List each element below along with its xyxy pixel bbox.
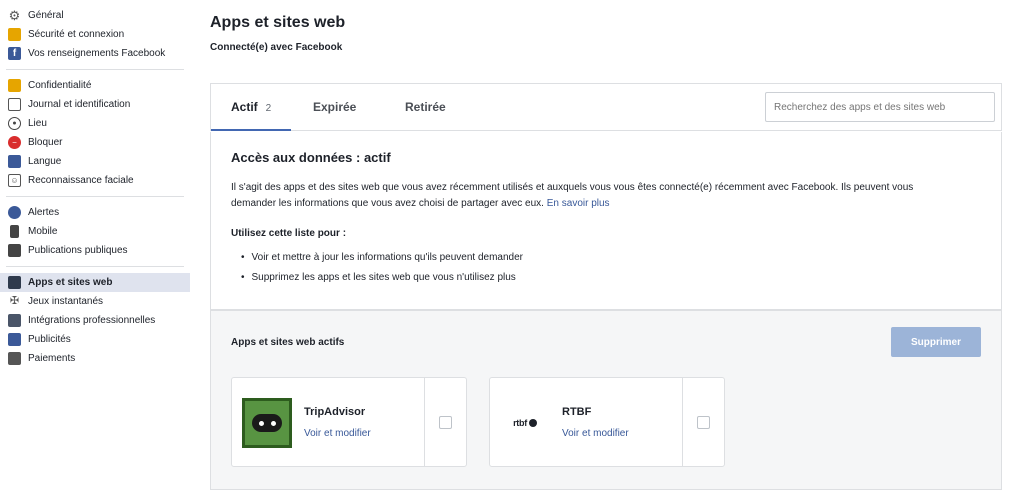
sidebar-item-alerts[interactable]: Alertes [0,203,190,222]
public-posts-icon [8,244,21,257]
sidebar-item-label: Général [28,10,64,21]
sidebar-item-label: Lieu [28,118,47,129]
card-divider [682,378,683,466]
gear-icon: ⚙ [8,8,21,23]
sidebar-item-payments[interactable]: Paiements [0,349,190,368]
use-list-title: Utilisez cette liste pour : [231,228,347,239]
sidebar-item-label: Journal et identification [28,99,131,110]
apps-icon [8,276,21,289]
sidebar-item-privacy[interactable]: Confidentialité [0,76,190,95]
app-card-tripadvisor: TripAdvisor Voir et modifier [231,377,467,467]
sidebar-item-mobile[interactable]: Mobile [0,222,190,241]
delete-button[interactable]: Supprimer [891,327,981,357]
location-icon: ● [8,117,21,130]
sidebar-item-label: Bloquer [28,137,63,148]
sidebar-item-journal[interactable]: Journal et identification [0,95,190,114]
card-divider [424,378,425,466]
rtbf-logo: rtbf [500,398,550,448]
sidebar-divider [6,69,184,70]
mobile-icon [10,225,19,238]
sidebar-item-label: Reconnaissance faciale [28,175,134,186]
sidebar-item-label: Paiements [28,353,76,364]
lock-icon [8,28,21,41]
sidebar-item-public-posts[interactable]: Publications publiques [0,241,190,260]
access-title: Accès aux données : actif [231,150,391,165]
tab-active[interactable]: Actif 2 [211,84,292,131]
sidebar-item-label: Intégrations professionnelles [28,315,156,326]
view-edit-link[interactable]: Voir et modifier [562,428,629,439]
sidebar-item-label: Mobile [28,226,58,237]
sidebar-item-label: Alertes [28,207,60,218]
face-recognition-icon: ☺ [8,174,21,187]
view-edit-link[interactable]: Voir et modifier [304,428,371,439]
app-name: RTBF [562,406,592,418]
active-apps-panel: Apps et sites web actifs Supprimer TripA… [210,310,1002,490]
sidebar-item-face-recognition[interactable]: ☺ Reconnaissance faciale [0,171,190,190]
sidebar-item-apps[interactable]: Apps et sites web [0,273,190,292]
tab-label: Retirée [405,100,446,114]
sidebar-item-label: Confidentialité [28,80,92,91]
app-card-rtbf: rtbf RTBF Voir et modifier [489,377,725,467]
data-access-panel: Accès aux données : actif Il s'agit des … [210,132,1002,310]
access-description: Il s'agit des apps et des sites web que … [231,180,951,212]
sidebar-item-label: Sécurité et connexion [28,29,125,40]
use-list: Voir et mettre à jour les informations q… [241,248,524,288]
block-icon: − [8,136,21,149]
owl-icon [252,414,282,432]
sidebar-item-label: Publicités [28,334,71,345]
tab-removed[interactable]: Retirée [405,84,446,131]
sidebar-item-label: Langue [28,156,62,167]
ads-icon [8,333,21,346]
language-icon [8,155,21,168]
app-checkbox[interactable] [697,416,710,429]
sidebar-item-label: Jeux instantanés [28,296,104,307]
tab-expired[interactable]: Expirée [313,84,356,131]
sidebar-item-integrations[interactable]: Intégrations professionnelles [0,311,190,330]
tab-count: 2 [265,103,272,114]
sidebar-item-label: Publications publiques [28,245,128,256]
sidebar-item-label: Vos renseignements Facebook [28,48,166,59]
search-input[interactable] [765,92,995,122]
sidebar-item-security[interactable]: Sécurité et connexion [0,25,190,44]
sidebar-item-block[interactable]: − Bloquer [0,133,190,152]
journal-icon [8,98,21,111]
tab-label: Actif [231,100,258,114]
sidebar-item-language[interactable]: Langue [0,152,190,171]
tab-bar: Actif 2 Expirée Retirée [210,83,1002,131]
settings-sidebar: ⚙ Général Sécurité et connexion f Vos re… [0,0,190,502]
alerts-icon [8,206,21,219]
tripadvisor-logo [242,398,292,448]
sidebar-item-location[interactable]: ● Lieu [0,114,190,133]
rtbf-logo-text: rtbf [513,418,527,428]
list-item: Voir et mettre à jour les informations q… [241,248,524,268]
sidebar-item-games[interactable]: ✠ Jeux instantanés [0,292,190,311]
sidebar-divider [6,266,184,267]
sidebar-item-label: Apps et sites web [28,277,113,288]
facebook-icon: f [8,47,21,60]
learn-more-link[interactable]: En savoir plus [547,198,610,209]
sidebar-item-your-info[interactable]: f Vos renseignements Facebook [0,44,190,63]
page-subtitle: Connecté(e) avec Facebook [210,42,343,53]
active-apps-title: Apps et sites web actifs [231,337,345,348]
page-title: Apps et sites web [210,14,346,31]
sidebar-item-ads[interactable]: Publicités [0,330,190,349]
privacy-icon [8,79,21,92]
app-name: TripAdvisor [304,406,366,418]
games-icon: ✠ [9,295,20,307]
tab-label: Expirée [313,100,357,114]
sidebar-item-general[interactable]: ⚙ Général [0,6,190,25]
list-item: Supprimez les apps et les sites web que … [241,268,523,288]
integrations-icon [8,314,21,327]
payments-icon [8,352,21,365]
sidebar-divider [6,196,184,197]
app-checkbox[interactable] [439,416,452,429]
